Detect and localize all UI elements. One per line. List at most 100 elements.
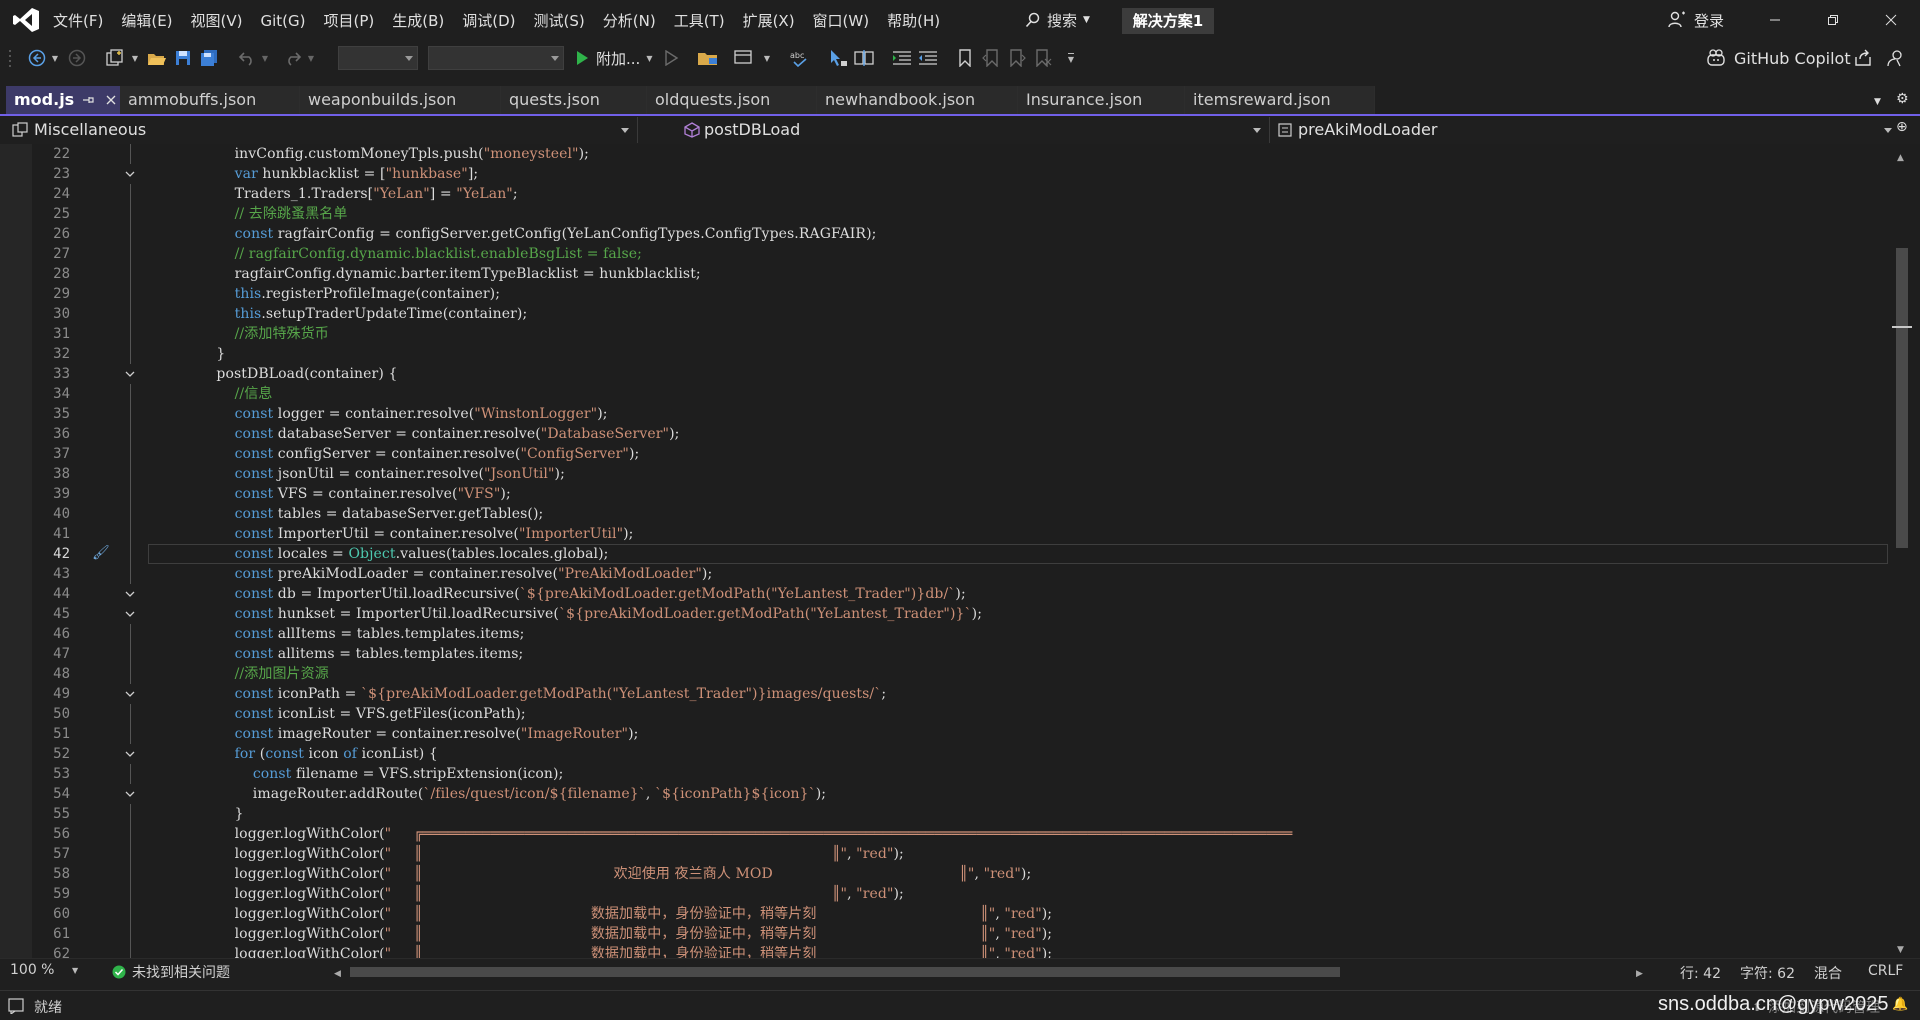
tab-itemsreward-json[interactable]: itemsreward.json — [1185, 86, 1375, 114]
code-line[interactable]: 26 const ragfairConfig = configServer.ge… — [0, 224, 1890, 244]
spell-check-button[interactable]: abc — [788, 47, 812, 69]
redo-button[interactable] — [282, 47, 304, 69]
tab-oldquests-json[interactable]: oldquests.json — [647, 86, 817, 114]
compare-button[interactable] — [852, 47, 876, 69]
scroll-thumb[interactable] — [1896, 248, 1908, 548]
zoom-combo[interactable]: 100 % ▼ — [10, 962, 82, 982]
code-line[interactable]: 35 const logger = container.resolve("Win… — [0, 404, 1890, 424]
navigate-forward-button[interactable] — [66, 47, 88, 69]
code-line[interactable]: 53 const filename = VFS.stripExtension(i… — [0, 764, 1890, 784]
solution-name-badge[interactable]: 解决方案1 — [1122, 8, 1214, 34]
code-line[interactable]: 38 const jsonUtil = container.resolve("J… — [0, 464, 1890, 484]
minimize-button[interactable] — [1746, 0, 1804, 40]
fold-chevron-icon[interactable] — [125, 589, 135, 599]
tab-weaponbuilds-json[interactable]: weaponbuilds.json — [300, 86, 501, 114]
toolbar-options-button[interactable]: ▼ — [1064, 47, 1078, 69]
code-line[interactable]: 50 const iconList = VFS.getFiles(iconPat… — [0, 704, 1890, 724]
attach-debugger-button[interactable]: 附加... ▼ — [574, 46, 652, 70]
menu-item[interactable]: Git(G) — [252, 0, 315, 40]
fold-chevron-icon[interactable] — [125, 789, 135, 799]
code-line[interactable]: 48 //添加图片资源 — [0, 664, 1890, 684]
member-combo[interactable]: postDBLoad — [680, 117, 1270, 143]
code-line[interactable]: 37 const configServer = container.resolv… — [0, 444, 1890, 464]
hscroll-right-icon[interactable]: ▶ — [1636, 964, 1643, 980]
github-copilot-button[interactable]: GitHub Copilot — [1706, 46, 1851, 70]
previous-bookmark-button[interactable] — [980, 47, 1002, 69]
pin-icon[interactable] — [82, 95, 94, 105]
menu-item[interactable]: 分析(N) — [594, 0, 665, 40]
menu-item[interactable]: 文件(F) — [44, 0, 112, 40]
vertical-scrollbar[interactable]: ▲ ▼ — [1892, 144, 1912, 958]
menu-item[interactable]: 帮助(H) — [878, 0, 949, 40]
tab-newhandbook-json[interactable]: newhandbook.json — [817, 86, 1018, 114]
project-combo[interactable]: Miscellaneous — [8, 117, 638, 143]
menu-item[interactable]: 调试(D) — [453, 0, 524, 40]
fold-chevron-icon[interactable] — [125, 689, 135, 699]
code-line[interactable]: 44 const db = ImporterUtil.loadRecursive… — [0, 584, 1890, 604]
clear-bookmarks-button[interactable] — [1032, 47, 1054, 69]
horizontal-scroll-thumb[interactable] — [350, 967, 1340, 977]
code-line[interactable]: 56 logger.logWithColor(" ╔══════════════… — [0, 824, 1890, 844]
back-dropdown[interactable]: ▼ — [50, 47, 60, 69]
code-line[interactable]: 27 // ragfairConfig.dynamic.blacklist.en… — [0, 244, 1890, 264]
menu-item[interactable]: 编辑(E) — [112, 0, 181, 40]
indent-mode-indicator[interactable]: 混合 — [1814, 963, 1842, 983]
close-window-button[interactable] — [1862, 0, 1920, 40]
step-into-button[interactable] — [826, 47, 850, 69]
configuration-combo[interactable] — [338, 46, 418, 70]
code-line[interactable]: 55 } — [0, 804, 1890, 824]
line-indicator[interactable]: 行: 42 — [1680, 963, 1721, 983]
code-line[interactable]: 57 logger.logWithColor(" ║ ║", "red"); — [0, 844, 1890, 864]
split-view-button[interactable]: ⊕ — [1896, 119, 1908, 135]
code-line[interactable]: 24 Traders_1.Traders["YeLan"] = "YeLan"; — [0, 184, 1890, 204]
menu-item[interactable]: 项目(P) — [315, 0, 384, 40]
code-line[interactable]: 41 const ImporterUtil = container.resolv… — [0, 524, 1890, 544]
code-line[interactable]: 22 invConfig.customMoneyTpls.push("money… — [0, 144, 1890, 164]
new-project-button[interactable] — [104, 47, 126, 69]
code-line[interactable]: 52 for (const icon of iconList) { — [0, 744, 1890, 764]
menu-item[interactable]: 窗口(W) — [804, 0, 879, 40]
restore-button[interactable] — [1804, 0, 1862, 40]
tab-quests-json[interactable]: quests.json — [501, 86, 647, 114]
menu-item[interactable]: 生成(B) — [383, 0, 453, 40]
code-line[interactable]: 39 const VFS = container.resolve("VFS"); — [0, 484, 1890, 504]
new-dropdown[interactable]: ▼ — [130, 47, 140, 69]
tab-ammobuffs-json[interactable]: ammobuffs.json — [120, 86, 300, 114]
code-line[interactable]: 42 🖌 const locales = Object.values(tables… — [0, 544, 1890, 564]
close-icon[interactable] — [106, 95, 116, 105]
code-line[interactable]: 51 const imageRouter = container.resolve… — [0, 724, 1890, 744]
undo-button[interactable] — [236, 47, 258, 69]
issues-indicator[interactable]: 未找到相关问题 — [112, 962, 230, 982]
code-line[interactable]: 23 var hunkblacklist = ["hunkbase"]; — [0, 164, 1890, 184]
code-line[interactable]: 30 this.setupTraderUpdateTime(container)… — [0, 304, 1890, 324]
char-indicator[interactable]: 字符: 62 — [1740, 963, 1795, 983]
code-line[interactable]: 29 this.registerProfileImage(container); — [0, 284, 1890, 304]
menu-item[interactable]: 测试(S) — [525, 0, 594, 40]
redo-dropdown[interactable]: ▼ — [306, 47, 316, 69]
save-button[interactable] — [172, 47, 194, 69]
scope-combo[interactable]: preAkiModLoader — [1270, 117, 1900, 143]
code-line[interactable]: 58 logger.logWithColor(" ║ 欢迎使用 夜兰商人 MOD… — [0, 864, 1890, 884]
tab-insurance-json[interactable]: Insurance.json — [1018, 86, 1185, 114]
fold-chevron-icon[interactable] — [125, 609, 135, 619]
feedback-button[interactable] — [1884, 47, 1906, 69]
menu-item[interactable]: 视图(V) — [182, 0, 252, 40]
code-line[interactable]: 43 const preAkiModLoader = container.res… — [0, 564, 1890, 584]
open-file-button[interactable] — [146, 47, 168, 69]
code-line[interactable]: 49 const iconPath = `${preAkiModLoader.g… — [0, 684, 1890, 704]
share-button[interactable] — [1852, 47, 1874, 69]
platform-combo[interactable] — [428, 46, 564, 70]
code-line[interactable]: 45 const hunkset = ImporterUtil.loadRecu… — [0, 604, 1890, 624]
toggle-bookmark-button[interactable] — [954, 47, 976, 69]
code-line[interactable]: 36 const databaseServer = container.reso… — [0, 424, 1890, 444]
code-line[interactable]: 46 const allItems = tables.templates.ite… — [0, 624, 1890, 644]
open-folder-button[interactable] — [696, 47, 720, 69]
undo-dropdown[interactable]: ▼ — [260, 47, 270, 69]
tab-settings-button[interactable]: ⚙ — [1896, 91, 1909, 107]
code-line[interactable]: 47 const allitems = tables.templates.ite… — [0, 644, 1890, 664]
menu-item[interactable]: 工具(T) — [665, 0, 734, 40]
fold-chevron-icon[interactable] — [125, 169, 135, 179]
line-ending-indicator[interactable]: CRLF — [1868, 963, 1903, 979]
start-without-debugging-button[interactable] — [660, 47, 682, 69]
hscroll-left-icon[interactable]: ◀ — [334, 964, 341, 980]
